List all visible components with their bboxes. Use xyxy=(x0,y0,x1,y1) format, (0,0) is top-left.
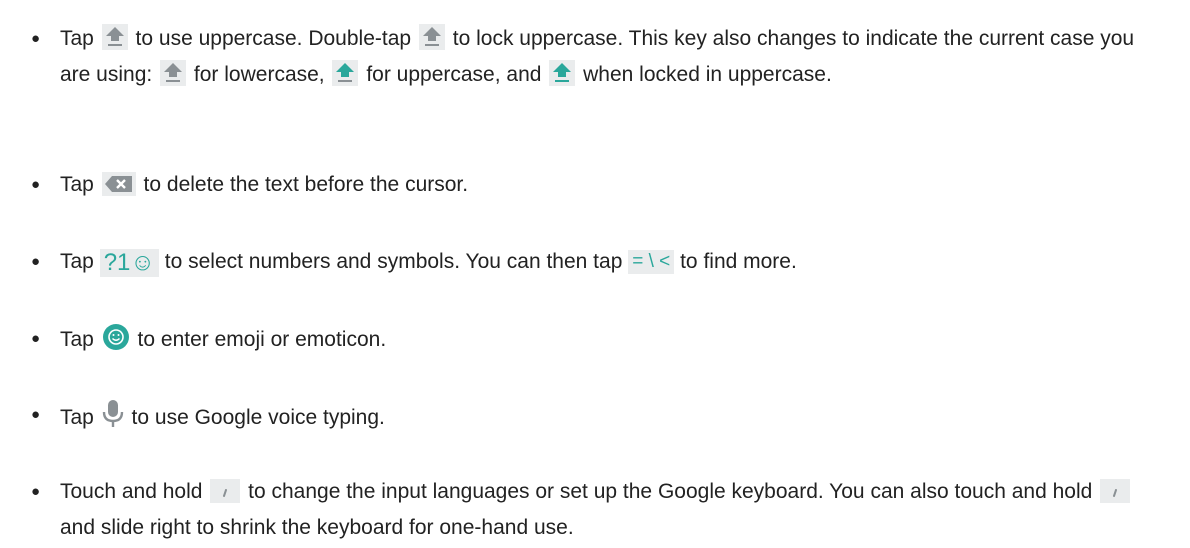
shift-uppercase-icon xyxy=(332,60,359,95)
bullet: ● xyxy=(31,330,41,347)
instructions-page: ● Tap to use uppercase. Double-tap to lo… xyxy=(0,0,1190,548)
bullet: ● xyxy=(31,30,41,47)
bullet: ● xyxy=(31,406,41,423)
shift-icon xyxy=(418,24,445,59)
item-text: Tap to enter emoji or emoticon. xyxy=(60,323,1165,360)
more-symbols-key-icon: = \ < xyxy=(628,250,675,274)
shift-lowercase-icon xyxy=(160,60,187,95)
item-text: Tap to delete the text before the cursor… xyxy=(60,169,1165,205)
numbers-symbols-key-icon: ?1☺ xyxy=(99,249,159,277)
backspace-icon xyxy=(101,172,136,205)
shift-icon xyxy=(101,24,128,59)
bullet: ● xyxy=(31,176,41,193)
comma-key-icon xyxy=(210,479,241,512)
bullet: ● xyxy=(31,483,41,500)
comma-key-icon xyxy=(1100,479,1131,512)
item-text: Tap to use uppercase. Double-tap to lock… xyxy=(60,23,1165,95)
microphone-icon xyxy=(102,399,124,438)
emoji-icon xyxy=(102,323,130,360)
item-text: Touch and hold to change the input langu… xyxy=(60,476,1165,543)
bullet: ● xyxy=(31,253,41,270)
item-text: Tap to use Google voice typing. xyxy=(60,399,1165,438)
item-text: Tap ?1☺ to select numbers and symbols. Y… xyxy=(60,249,797,277)
shift-locked-icon xyxy=(549,60,576,95)
